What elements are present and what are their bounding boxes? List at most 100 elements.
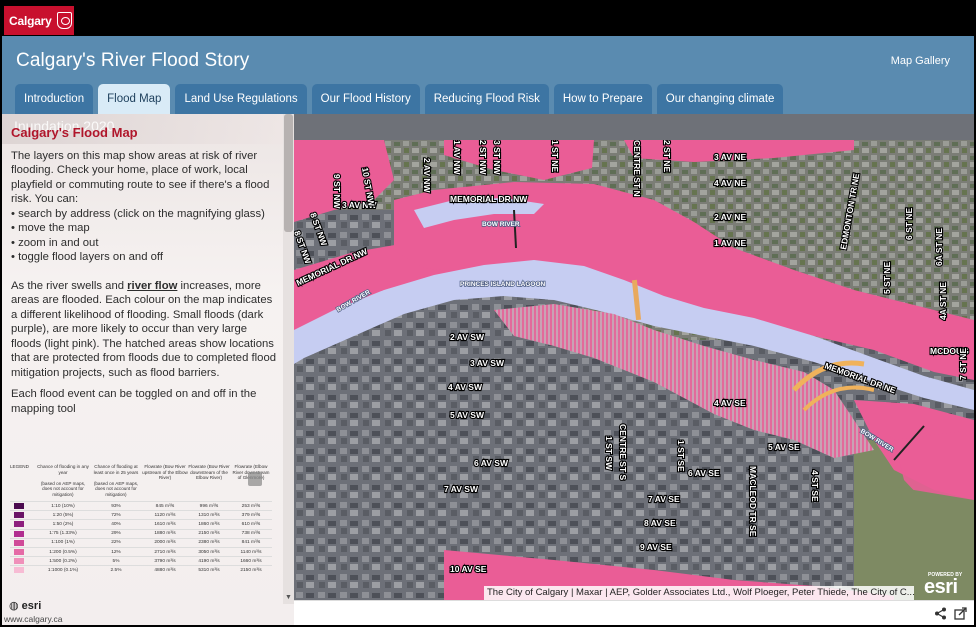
legend-swatch [10, 521, 36, 528]
legend-cell: 1140 m³/s [240, 549, 262, 555]
street-label: 5 AV SE [768, 442, 800, 452]
tab-land-use-regulations[interactable]: Land Use Regulations [175, 84, 307, 114]
powered-by-esri-logo[interactable]: POWERED BY esri [918, 568, 974, 600]
globe-icon: ◍ [9, 600, 19, 612]
legend-cell: 1:1000 (0.1%) [47, 567, 79, 573]
esri-label: esri [21, 600, 42, 612]
legend-cell: 2710 m³/s [154, 549, 176, 555]
legend-header: Flowrate (Bow River downstream of the El… [188, 464, 230, 480]
flood-map[interactable]: 3 AV NW MEMORIAL DR NW 8 ST NW 9 ST NW 8… [294, 114, 974, 600]
legend-cell: 12% [111, 549, 121, 555]
legend-cell: 29% [111, 531, 121, 537]
app-frame: Calgary Calgary's River Flood Story Map … [2, 2, 974, 625]
street-label: 4A ST NE [938, 282, 948, 320]
street-label: 3 AV SW [470, 358, 505, 368]
legend-cell: 22% [111, 540, 121, 546]
map-canvas[interactable]: 3 AV NW MEMORIAL DR NW 8 ST NW 9 ST NW 8… [294, 140, 974, 600]
side-panel-scrollbar[interactable]: ▼ [283, 114, 294, 604]
tab-how-to-prepare[interactable]: How to Prepare [553, 84, 652, 114]
legend-cell: 1610 m³/s [154, 521, 176, 527]
map-attribution[interactable]: The City of Calgary | Maxar | AEP, Golde… [484, 586, 914, 600]
legend-header-text: Chance of flooding at least once in 25 y… [93, 464, 139, 475]
tab-our-changing-climate[interactable]: Our changing climate [656, 84, 784, 114]
esri-wordmark: esri [924, 576, 958, 598]
legend-swatch [10, 549, 36, 556]
legend-row: 1:1000 (0.1%) 2.5% 4880 m³/s 5310 m³/s 2150 … [10, 565, 272, 574]
legend-cell: 40% [111, 521, 121, 527]
legend-cell: 845 m³/s [155, 503, 175, 509]
river-flow-link[interactable]: river flow [127, 280, 177, 292]
swatch-color [14, 549, 24, 556]
legend-swatch [10, 503, 36, 510]
legend-swatch [10, 512, 36, 519]
map-gallery-link[interactable]: Map Gallery [891, 55, 950, 67]
tab-reducing-flood-risk[interactable]: Reducing Flood Risk [424, 84, 549, 114]
legend-row: 1:500 (0.2%) 5% 3790 m³/s 4190 m³/s 1660 m³/… [10, 556, 272, 565]
legend-cell: 2150 m³/s [198, 531, 220, 537]
street-label: 8 AV SE [644, 518, 676, 528]
toggle-paragraph: Each flood event can be toggled on and o… [11, 388, 257, 415]
street-label: 3 ST NW [492, 140, 502, 175]
scroll-down-arrow-icon[interactable]: ▼ [284, 594, 293, 604]
city-url[interactable]: www.calgary.ca [4, 614, 62, 624]
side-panel-content: Calgary's Flood Map The layers on this m… [11, 125, 276, 423]
list-item: • move the map [11, 222, 90, 234]
legend-cell: 841 m³/s [241, 540, 261, 546]
list-item: • toggle flood layers on and off [11, 251, 163, 263]
instruction-list: • search by address (click on the magnif… [11, 207, 276, 265]
legend-cell: 379 m³/s [241, 512, 261, 518]
legend-swatch [10, 558, 36, 565]
legend-cell: 1:500 (0.2%) [49, 558, 77, 564]
river-label: BOW RIVER [482, 221, 520, 228]
legend-cell: 2380 m³/s [198, 540, 220, 546]
street-label: 4 ST SE [810, 470, 820, 502]
list-item: • search by address (click on the magnif… [11, 207, 265, 220]
legend-cell: 1660 m³/s [240, 558, 262, 564]
swatch-color [14, 539, 24, 546]
street-label: 7 AV SW [444, 484, 479, 494]
legend-header-text: Chance of flooding in any year [37, 464, 89, 475]
legend-cell: 3050 m³/s [198, 549, 220, 555]
legend-header: Chance of flooding at least once in 25 y… [90, 464, 142, 497]
tab-bar: Introduction Flood Map Land Use Regulati… [15, 84, 784, 114]
street-label: 1 AV NE [714, 238, 746, 248]
legend-row: 1:50 (2%) 40% 1610 m³/s 1860 m³/s 610 m³/s [10, 519, 272, 528]
calgary-logo[interactable]: Calgary [4, 6, 74, 35]
share-icon[interactable] [934, 607, 947, 620]
legend-cell: 1:10 (10%) [51, 503, 75, 509]
street-label: 4 AV SW [448, 382, 483, 392]
street-label: 2 AV NW [422, 158, 432, 193]
legend-cell: 738 m³/s [241, 531, 261, 537]
legend-cell: 1120 m³/s [154, 512, 176, 518]
street-label: MACLEOD TR SE [748, 466, 758, 537]
street-label: 7 AV SE [648, 494, 680, 504]
swatch-color [14, 530, 24, 537]
map-bottom-bar [294, 600, 974, 625]
tab-introduction[interactable]: Introduction [15, 84, 94, 114]
expand-image-icon[interactable] [248, 472, 262, 486]
street-label: 1 ST NE [550, 140, 560, 172]
legend-cell: 1310 m³/s [198, 512, 220, 518]
open-new-window-icon[interactable] [954, 607, 967, 620]
legend-row: 1:200 (0.5%) 12% 2710 m³/s 3050 m³/s 1140 m³… [10, 546, 272, 556]
legend-header: LEGEND [10, 464, 29, 469]
scroll-thumb[interactable] [284, 114, 293, 232]
legend-cell: 93% [111, 503, 121, 509]
street-label: 9 AV SE [640, 542, 672, 552]
legend-cell: 5% [112, 558, 120, 564]
legend-cell: 2000 m³/s [154, 540, 176, 546]
legend-row: 1:20 (5%) 72% 1120 m³/s 1310 m³/s 379 m³/s [10, 510, 272, 519]
river-label: PRINCES ISLAND LAGOON [460, 281, 546, 288]
tab-our-flood-history[interactable]: Our Flood History [311, 84, 420, 114]
legend-subnote: (based on AEP maps, does not account for… [40, 480, 86, 497]
flood-legend-table: LEGEND Chance of flooding in any year (ba… [10, 464, 272, 575]
tab-flood-map[interactable]: Flood Map [98, 84, 171, 114]
street-label: 1 ST SW [604, 436, 614, 471]
legend-swatch [10, 539, 36, 546]
legend-subnote: (based on AEP maps, does not account for… [93, 480, 139, 497]
legend-cell: 3790 m³/s [154, 558, 176, 564]
list-item: • zoom in and out [11, 236, 99, 249]
legend-rows: 1:10 (10%) 93% 845 m³/s 996 m³/s 253 m³/s 1:2… [10, 501, 272, 575]
legend-cell: 1880 m³/s [154, 531, 176, 537]
street-label: 9 ST NW [332, 174, 342, 209]
